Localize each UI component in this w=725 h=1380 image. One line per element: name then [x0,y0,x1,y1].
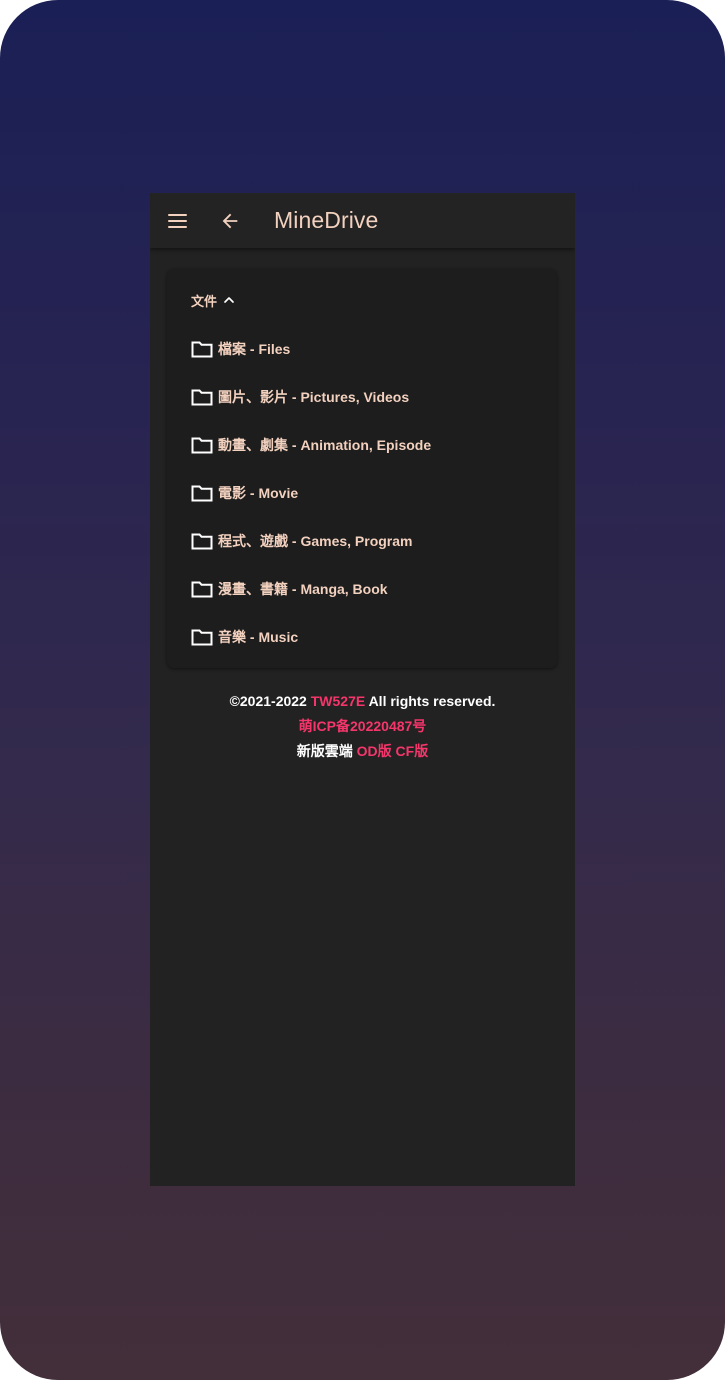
folder-icon [191,581,213,598]
folder-item-music[interactable]: 音樂 - Music [191,613,541,661]
chevron-up-icon [224,297,234,303]
app-title: MineDrive [274,207,379,233]
new-version-line: 新版雲端 OD版 CF版 [150,739,575,764]
folder-item-pictures-videos[interactable]: 圖片、影片 - Pictures, Videos [191,373,541,421]
copyright-prefix: ©2021-2022 [229,693,311,709]
icp-link[interactable]: 萌ICP备20220487号 [299,718,427,734]
folder-icon [191,629,213,646]
folder-label: 檔案 - Files [218,341,291,357]
device-frame: MineDrive 文件 檔案 - Files 圖片、影片 - Pictures… [0,0,725,1380]
od-version-link[interactable]: OD版 [357,743,392,759]
folder-label: 電影 - Movie [218,485,299,501]
folder-item-games-program[interactable]: 程式、遊戲 - Games, Program [191,517,541,565]
author-link[interactable]: TW527E [311,693,365,709]
folder-icon [191,389,213,406]
copyright-line: ©2021-2022 TW527E All rights reserved. [150,689,575,714]
app-bar: MineDrive [150,193,575,248]
folder-label: 程式、遊戲 - Games, Program [218,533,413,549]
section-toggle[interactable]: 文件 [191,289,235,311]
folder-icon [191,485,213,502]
hamburger-menu-icon[interactable] [168,213,188,229]
folder-card: 文件 檔案 - Files 圖片、影片 - Pictures, Videos 動… [167,269,557,668]
folder-item-files[interactable]: 檔案 - Files [191,325,541,373]
folder-item-animation-episode[interactable]: 動畫、劇集 - Animation, Episode [191,421,541,469]
footer: ©2021-2022 TW527E All rights reserved. 萌… [150,689,575,764]
folder-label: 動畫、劇集 - Animation, Episode [218,437,432,453]
folder-icon [191,341,213,358]
folder-icon [191,533,213,550]
cf-version-link[interactable]: CF版 [396,743,429,759]
folder-list: 檔案 - Files 圖片、影片 - Pictures, Videos 動畫、劇… [191,325,541,661]
folder-item-movie[interactable]: 電影 - Movie [191,469,541,517]
folder-label: 漫畫、書籍 - Manga, Book [218,581,388,597]
folder-item-manga-book[interactable]: 漫畫、書籍 - Manga, Book [191,565,541,613]
copyright-suffix: All rights reserved. [365,693,496,709]
folder-icon [191,437,213,454]
folder-label: 圖片、影片 - Pictures, Videos [218,389,410,405]
section-label: 文件 [191,293,218,309]
new-version-label: 新版雲端 [296,743,357,759]
folder-label: 音樂 - Music [218,629,299,645]
arrow-left-icon[interactable] [219,210,241,232]
icp-line: 萌ICP备20220487号 [150,714,575,739]
app-screen: MineDrive 文件 檔案 - Files 圖片、影片 - Pictures… [150,193,575,1186]
